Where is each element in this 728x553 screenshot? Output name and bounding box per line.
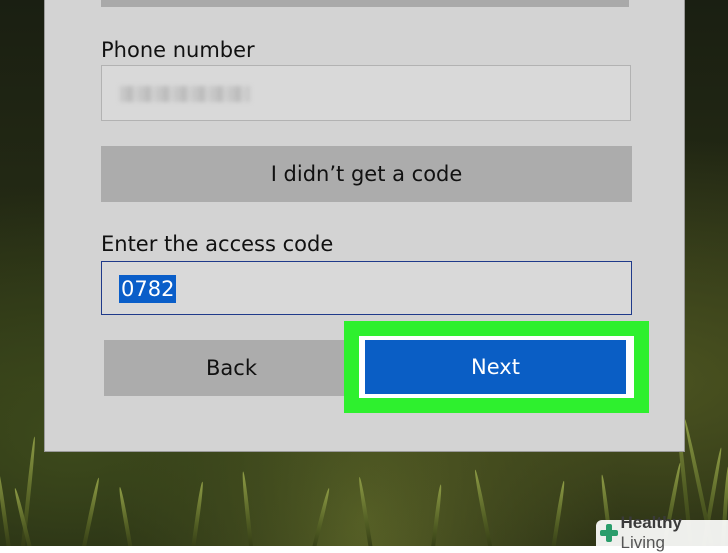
cross-icon bbox=[600, 524, 618, 542]
grass-blade bbox=[358, 477, 374, 546]
back-button[interactable]: Back bbox=[104, 340, 359, 396]
grass-blade bbox=[550, 481, 566, 546]
blurred-phone-value bbox=[120, 86, 250, 102]
grass-blade bbox=[0, 467, 12, 546]
grass-blade bbox=[310, 488, 331, 546]
next-button[interactable]: Next bbox=[365, 340, 626, 394]
phone-number-label: Phone number bbox=[101, 38, 255, 62]
watermark-bold: Healthy bbox=[621, 513, 682, 532]
grass-blade bbox=[473, 469, 494, 546]
no-code-button[interactable]: I didn’t get a code bbox=[101, 146, 632, 202]
phone-number-field[interactable] bbox=[101, 65, 631, 121]
next-button-highlight: Next bbox=[344, 321, 649, 413]
previous-field-bar bbox=[101, 0, 629, 7]
grass-blade bbox=[80, 477, 101, 546]
healthy-living-watermark: Healthy Living bbox=[596, 520, 728, 546]
access-code-input[interactable]: 0782 bbox=[101, 261, 632, 315]
grass-blade bbox=[118, 487, 134, 546]
watermark-text: Healthy Living bbox=[621, 513, 728, 553]
highlight-frame: Next bbox=[359, 336, 634, 398]
grass-blade bbox=[190, 481, 204, 546]
grass-blade bbox=[241, 471, 254, 546]
access-code-value: 0782 bbox=[119, 275, 176, 303]
grass-blade bbox=[430, 484, 443, 546]
watermark-light: Living bbox=[621, 533, 665, 552]
access-code-label: Enter the access code bbox=[101, 232, 333, 256]
